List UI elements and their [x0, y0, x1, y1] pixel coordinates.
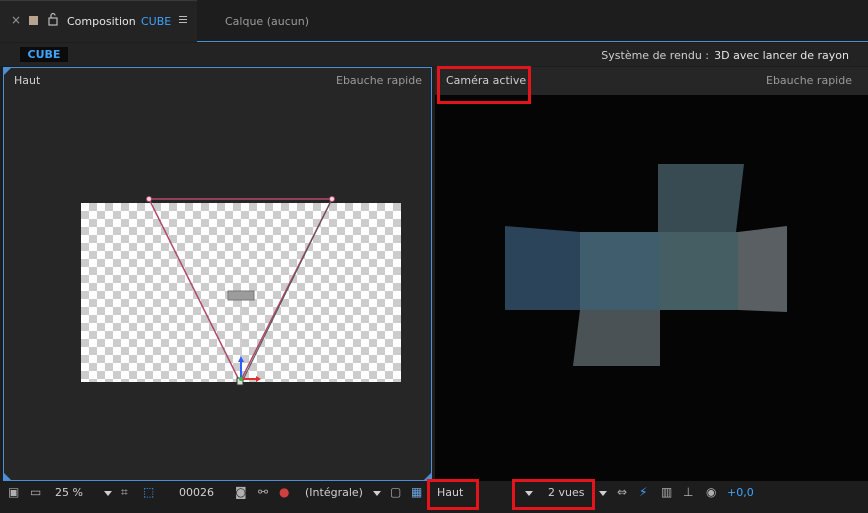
scene-overlay — [146, 164, 787, 386]
flowchart-icon[interactable]: ⊥ — [683, 485, 693, 499]
fast-previews-icon[interactable]: ⚡ — [639, 485, 647, 499]
layout-options-dropdown-icon[interactable] — [599, 491, 607, 496]
timecode[interactable]: 00026 — [179, 486, 214, 499]
show-snapshot-icon[interactable]: ⚯ — [258, 485, 268, 499]
grid-icon[interactable]: ⬚ — [143, 485, 154, 499]
snapshot-icon[interactable]: ◙ — [235, 485, 247, 499]
zoom-select[interactable]: 25 % — [55, 486, 83, 499]
3d-view-icon[interactable]: ▥ — [661, 485, 672, 499]
resolution-select[interactable]: (Intégrale) — [305, 486, 363, 499]
cube-faces[interactable] — [505, 164, 787, 366]
always-preview-icon[interactable]: ▣ — [8, 485, 19, 499]
region-of-interest-icon[interactable]: ⌗ — [121, 485, 128, 500]
channels-icon[interactable]: ● — [279, 485, 289, 499]
highlight-box-view-select — [427, 479, 479, 510]
highlight-box-layout-select — [512, 479, 595, 510]
transparency-grid-icon[interactable]: ▦ — [411, 485, 422, 499]
resolution-dropdown-icon[interactable] — [373, 491, 381, 496]
monitor-icon[interactable]: ▭ — [30, 485, 41, 499]
zoom-dropdown-icon[interactable] — [104, 491, 112, 496]
target-region-icon[interactable]: ▢ — [390, 485, 401, 499]
camera-frustum[interactable] — [146, 196, 335, 386]
exposure-value[interactable]: +0,0 — [727, 486, 754, 499]
pixel-aspect-icon[interactable]: ⇔ — [617, 485, 627, 499]
exposure-icon[interactable]: ◉ — [706, 485, 716, 499]
axis-gizmo[interactable] — [238, 356, 261, 382]
